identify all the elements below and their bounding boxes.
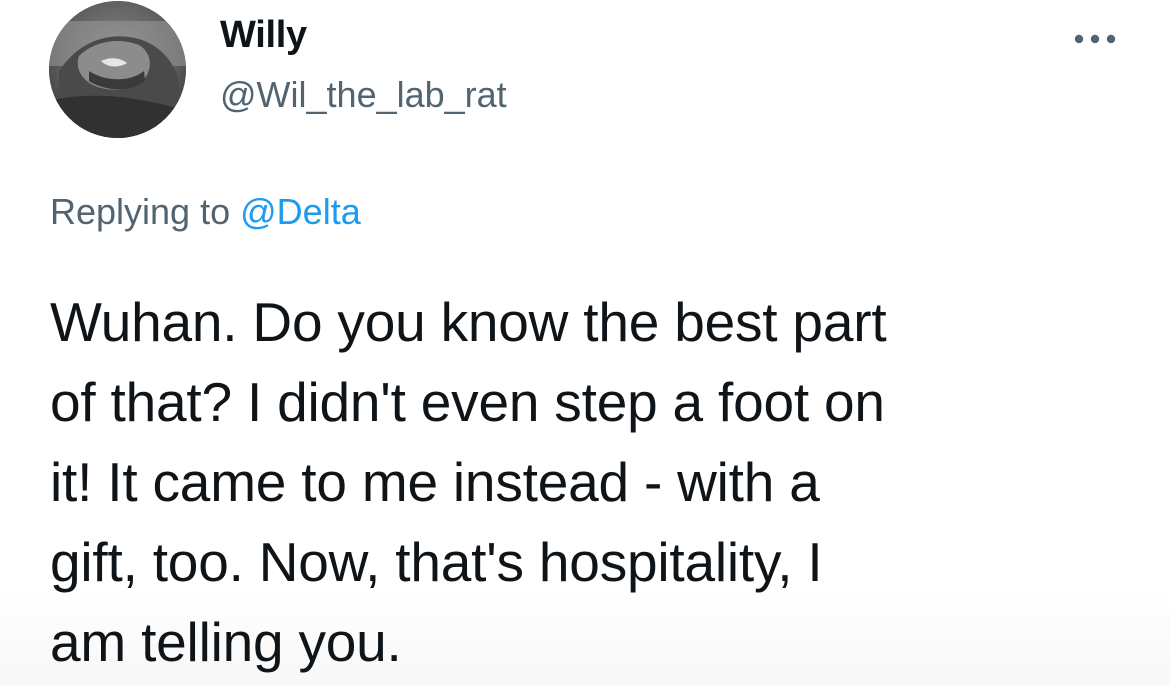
tweet-card: Willy @Wil_the_lab_rat Replying to @Delt… (0, 0, 1170, 686)
tweet-text-line: it! It came to me instead - with a (50, 451, 820, 513)
avatar[interactable] (49, 1, 186, 138)
replying-to-label: Replying to (50, 191, 231, 232)
ellipsis-icon (1074, 34, 1116, 44)
mention-link[interactable]: @Delta (240, 191, 361, 232)
more-options-button[interactable] (1066, 18, 1124, 60)
user-handle[interactable]: @Wil_the_lab_rat (220, 74, 507, 116)
display-name[interactable]: Willy (220, 14, 307, 57)
tweet-text: Wuhan. Do you know the best part of that… (50, 282, 1130, 682)
tweet-text-line: am telling you. (50, 611, 402, 673)
profile-photo-icon (49, 1, 186, 138)
tweet-text-line: Wuhan. Do you know the best part (50, 291, 887, 353)
replying-to: Replying to @Delta (50, 191, 361, 233)
tweet-text-line: of that? I didn't even step a foot on (50, 371, 885, 433)
tweet-text-line: gift, too. Now, that's hospitality, I (50, 531, 823, 593)
